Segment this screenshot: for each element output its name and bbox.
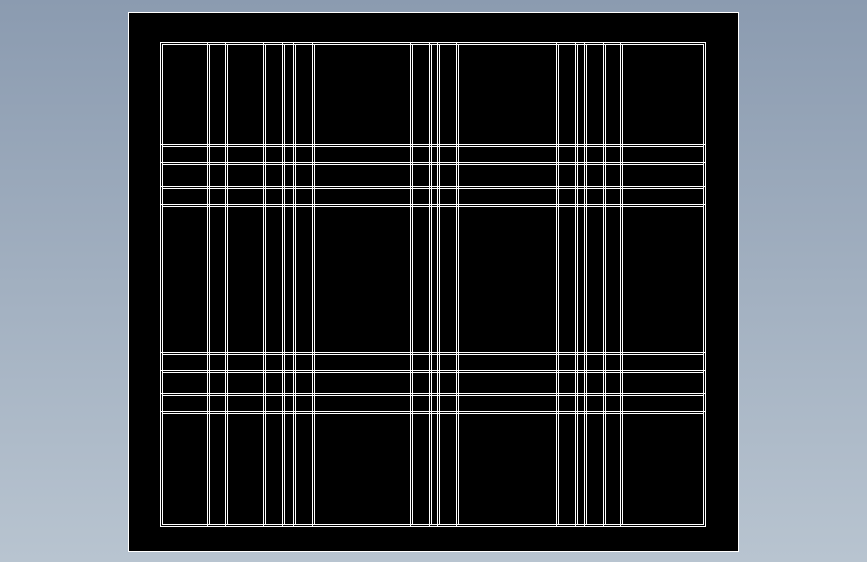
v-grid-line <box>556 42 557 527</box>
v-grid-line <box>620 42 621 527</box>
v-grid-line <box>605 44 606 525</box>
v-grid-line <box>622 44 623 525</box>
v-grid-line <box>577 44 578 525</box>
v-grid-line <box>439 44 440 525</box>
h-grid-line <box>162 164 704 165</box>
v-grid-line <box>207 42 208 527</box>
v-grid-line <box>603 42 604 527</box>
v-grid-line <box>227 44 228 525</box>
v-grid-line <box>586 44 587 525</box>
h-grid-line <box>162 413 704 414</box>
v-grid-line <box>209 44 210 525</box>
cad-canvas[interactable] <box>128 12 739 552</box>
v-grid-line <box>293 42 294 527</box>
v-grid-line <box>412 44 413 525</box>
v-grid-line <box>431 44 432 525</box>
v-grid-line <box>558 44 559 525</box>
v-grid-line <box>282 42 283 527</box>
v-grid-line <box>437 42 438 527</box>
h-grid-line <box>162 146 704 147</box>
v-grid-line <box>575 42 576 527</box>
h-grid-line <box>162 354 704 355</box>
h-grid-line <box>160 144 706 145</box>
v-grid-line <box>284 44 285 525</box>
v-grid-line <box>410 42 411 527</box>
v-grid-line <box>584 42 585 527</box>
h-grid-line <box>160 162 706 163</box>
v-grid-line <box>263 42 264 527</box>
v-grid-line <box>458 44 459 525</box>
h-grid-line <box>160 393 706 394</box>
h-grid-line <box>160 186 706 187</box>
v-grid-line <box>265 44 266 525</box>
v-grid-line <box>295 44 296 525</box>
h-grid-line <box>160 411 706 412</box>
h-grid-line <box>162 188 704 189</box>
h-grid-line <box>160 370 706 371</box>
h-grid-line <box>162 395 704 396</box>
v-grid-line <box>312 42 313 527</box>
v-grid-line <box>429 42 430 527</box>
v-grid-line <box>225 42 226 527</box>
h-grid-line <box>160 204 706 205</box>
h-grid-line <box>162 206 704 207</box>
v-grid-line <box>314 44 315 525</box>
h-grid-line <box>162 372 704 373</box>
v-grid-line <box>456 42 457 527</box>
h-grid-line <box>160 352 706 353</box>
